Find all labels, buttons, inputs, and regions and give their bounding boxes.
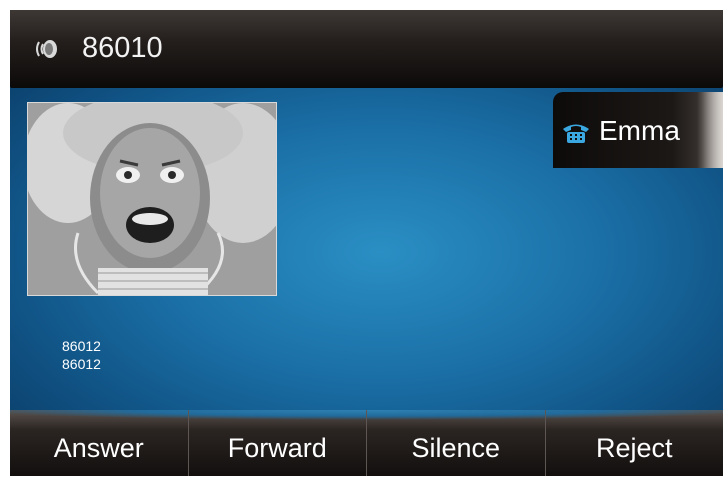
caller-info: 86012 86012	[62, 337, 101, 373]
reject-button[interactable]: Reject	[546, 410, 724, 476]
contact-name: Emma	[599, 115, 680, 146]
caller-number-secondary: 86012	[62, 356, 101, 372]
caller-number: 86012	[62, 338, 101, 354]
dialed-number: 86010	[82, 32, 163, 64]
contact-tab[interactable]: Emma	[553, 92, 723, 168]
softkey-bar: Answer Forward Silence Reject	[10, 410, 723, 476]
title-bar: 86010	[10, 10, 723, 88]
silence-button[interactable]: Silence	[367, 410, 546, 476]
answer-button[interactable]: Answer	[10, 410, 189, 476]
speaker-icon	[36, 40, 57, 58]
caller-photo	[27, 102, 277, 296]
forward-button[interactable]: Forward	[189, 410, 367, 476]
phone-icon	[563, 124, 589, 143]
phone-screen: 86010 Emma 86012 86012 Answer Forward Si…	[10, 10, 723, 476]
